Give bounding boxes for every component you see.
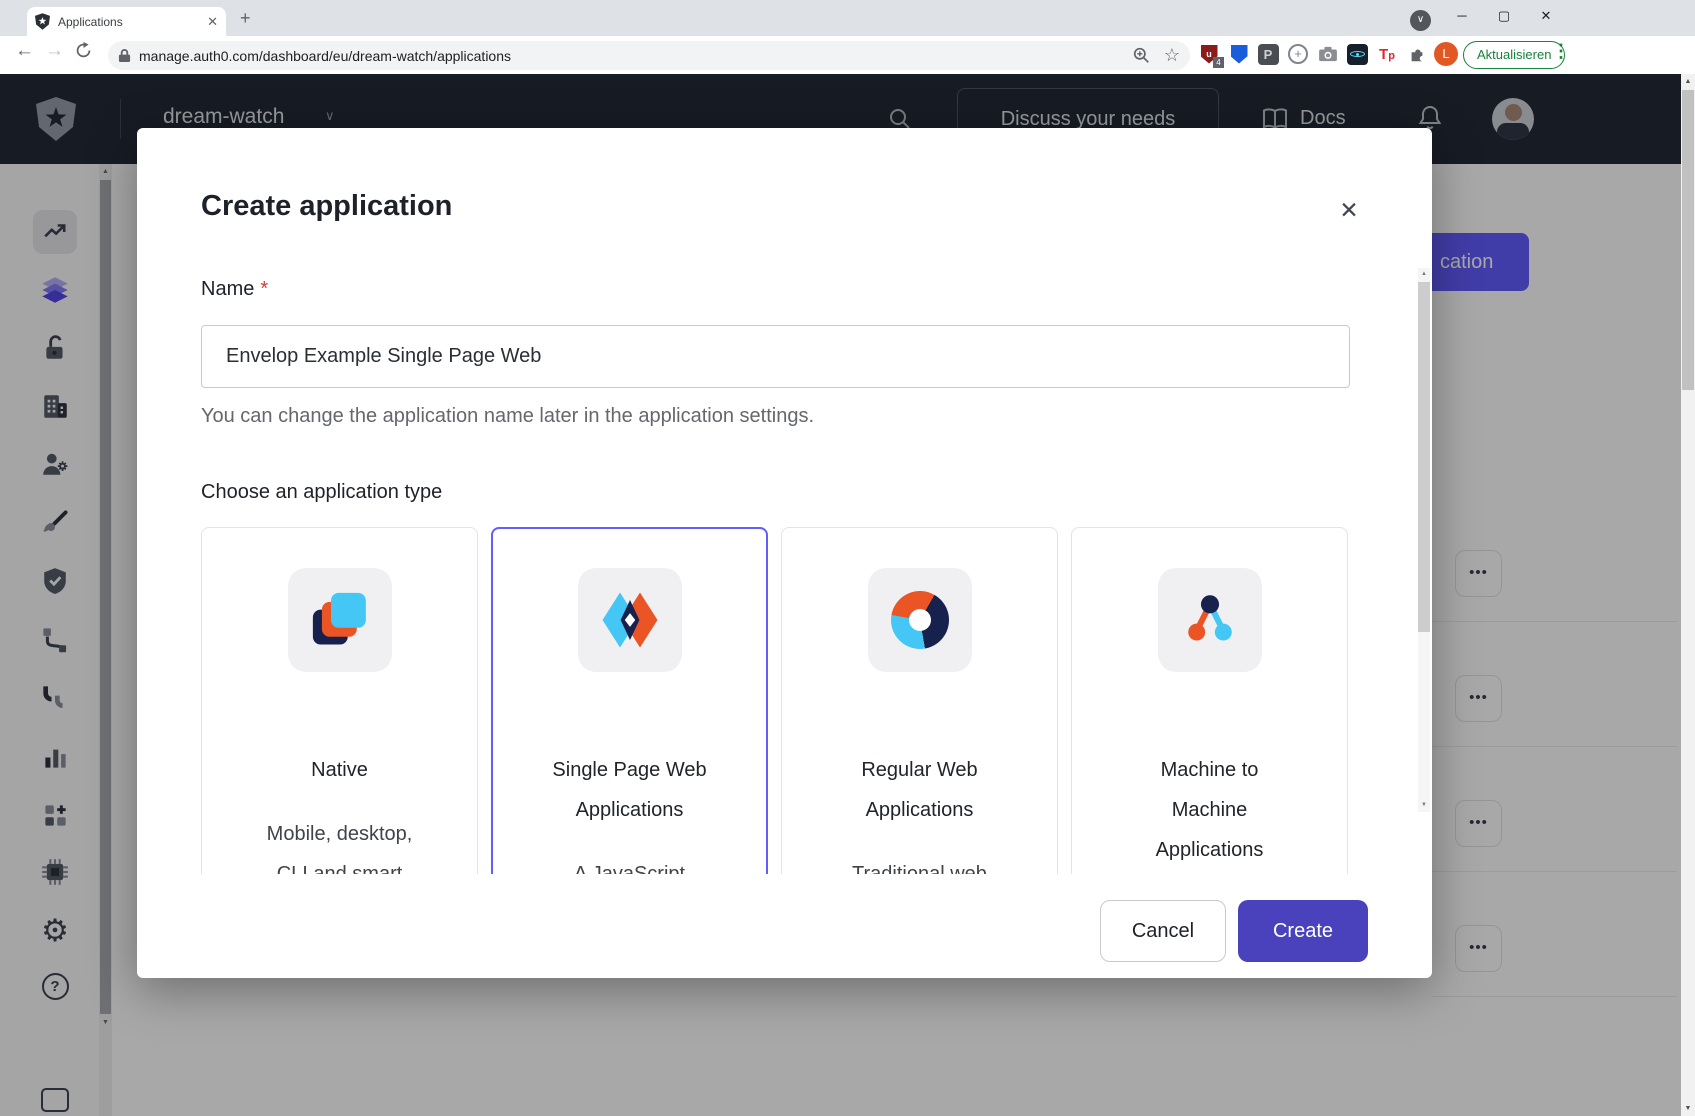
- tab-close-icon[interactable]: ✕: [207, 14, 218, 30]
- scroll-up-arrow-icon[interactable]: ▲: [1681, 74, 1695, 89]
- url-text: manage.auth0.com/dashboard/eu/dream-watc…: [139, 48, 1133, 64]
- window-close-button[interactable]: ✕: [1525, 0, 1567, 32]
- create-button[interactable]: Create: [1238, 900, 1368, 962]
- back-button[interactable]: ←: [15, 40, 34, 62]
- new-tab-button[interactable]: +: [240, 8, 251, 29]
- create-application-modal: Create application ✕ Name* You can chang…: [137, 128, 1432, 978]
- auth0-favicon: [35, 13, 50, 30]
- padlock-icon: [118, 48, 131, 63]
- card-description: A JavaScript: [548, 854, 712, 874]
- scroll-down-arrow-icon[interactable]: ▼: [1681, 1101, 1695, 1116]
- native-icon: [288, 568, 392, 672]
- regular-web-icon: [868, 568, 972, 672]
- browser-profile-avatar[interactable]: L: [1434, 42, 1458, 66]
- react-devtools-extension-icon[interactable]: [1345, 42, 1369, 66]
- picker-extension-icon[interactable]: +: [1286, 42, 1310, 66]
- required-asterisk: *: [260, 278, 268, 300]
- browser-tab[interactable]: Applications ✕: [27, 7, 226, 36]
- puzzle-extensions-icon[interactable]: [1405, 42, 1429, 66]
- card-title: Single Page Web Applications: [548, 750, 712, 830]
- card-title: Regular Web Applications: [838, 750, 1002, 830]
- scroll-up-arrow-icon[interactable]: ▲: [1418, 268, 1430, 281]
- name-help-text: You can change the application name late…: [201, 405, 814, 428]
- ublock-badge: 4: [1213, 57, 1224, 68]
- modal-close-icon[interactable]: ✕: [1333, 194, 1365, 226]
- card-title: Native: [258, 750, 422, 790]
- card-machine-to-machine[interactable]: Machine to Machine Applications: [1071, 527, 1348, 874]
- browser-toolbar: ← → manage.auth0.com/dashboard/eu/dream-…: [0, 36, 1695, 74]
- application-type-cards: Native Mobile, desktop, CLI and smart Si…: [201, 527, 1350, 874]
- modal-scroll-thumb[interactable]: [1418, 282, 1430, 632]
- cancel-button[interactable]: Cancel: [1100, 900, 1226, 962]
- modal-scrollbar[interactable]: ▲ ▼: [1418, 268, 1430, 812]
- name-label: Name*: [201, 278, 268, 301]
- chrome-update-button[interactable]: Aktualisieren: [1463, 41, 1565, 69]
- window-maximize-button[interactable]: ▢: [1483, 0, 1525, 32]
- browser-window: Applications ✕ + ∨ ─ ▢ ✕ ← → manage.auth…: [0, 0, 1695, 1116]
- ublock-extension-icon[interactable]: u 4: [1197, 42, 1221, 66]
- card-native[interactable]: Native Mobile, desktop, CLI and smart: [201, 527, 478, 874]
- browser-titlebar: Applications ✕ + ∨ ─ ▢ ✕: [0, 0, 1695, 36]
- zoom-icon[interactable]: [1133, 47, 1150, 64]
- modal-title: Create application: [201, 190, 452, 223]
- application-name-input[interactable]: [201, 325, 1350, 388]
- card-regular-web[interactable]: Regular Web Applications Traditional web: [781, 527, 1058, 874]
- browser-scroll-thumb[interactable]: [1682, 90, 1694, 390]
- reload-button[interactable]: [75, 42, 92, 65]
- bitwarden-extension-icon[interactable]: [1227, 42, 1251, 66]
- p-extension-icon[interactable]: P: [1256, 42, 1280, 66]
- application-type-label: Choose an application type: [201, 481, 442, 504]
- card-single-page-web[interactable]: Single Page Web Applications A JavaScrip…: [491, 527, 768, 874]
- bookmark-star-icon[interactable]: ☆: [1164, 45, 1180, 66]
- card-title: Machine to Machine Applications: [1128, 750, 1292, 870]
- tab-search-button[interactable]: ∨: [1410, 10, 1431, 31]
- window-minimize-button[interactable]: ─: [1441, 0, 1483, 32]
- spa-icon: [578, 568, 682, 672]
- browser-menu-icon[interactable]: ⋮: [1552, 41, 1570, 62]
- camera-extension-icon[interactable]: [1316, 42, 1340, 66]
- m2m-icon: [1158, 568, 1262, 672]
- tab-title: Applications: [58, 15, 207, 29]
- scroll-down-arrow-icon[interactable]: ▼: [1418, 799, 1430, 812]
- tampermonkey-extension-icon[interactable]: Tp: [1375, 42, 1399, 66]
- card-description: Traditional web: [838, 854, 1002, 874]
- browser-scrollbar[interactable]: ▲ ▼: [1681, 74, 1695, 1116]
- card-description: Mobile, desktop, CLI and smart: [258, 814, 422, 874]
- forward-button[interactable]: →: [45, 40, 64, 62]
- url-bar[interactable]: manage.auth0.com/dashboard/eu/dream-watc…: [108, 41, 1190, 70]
